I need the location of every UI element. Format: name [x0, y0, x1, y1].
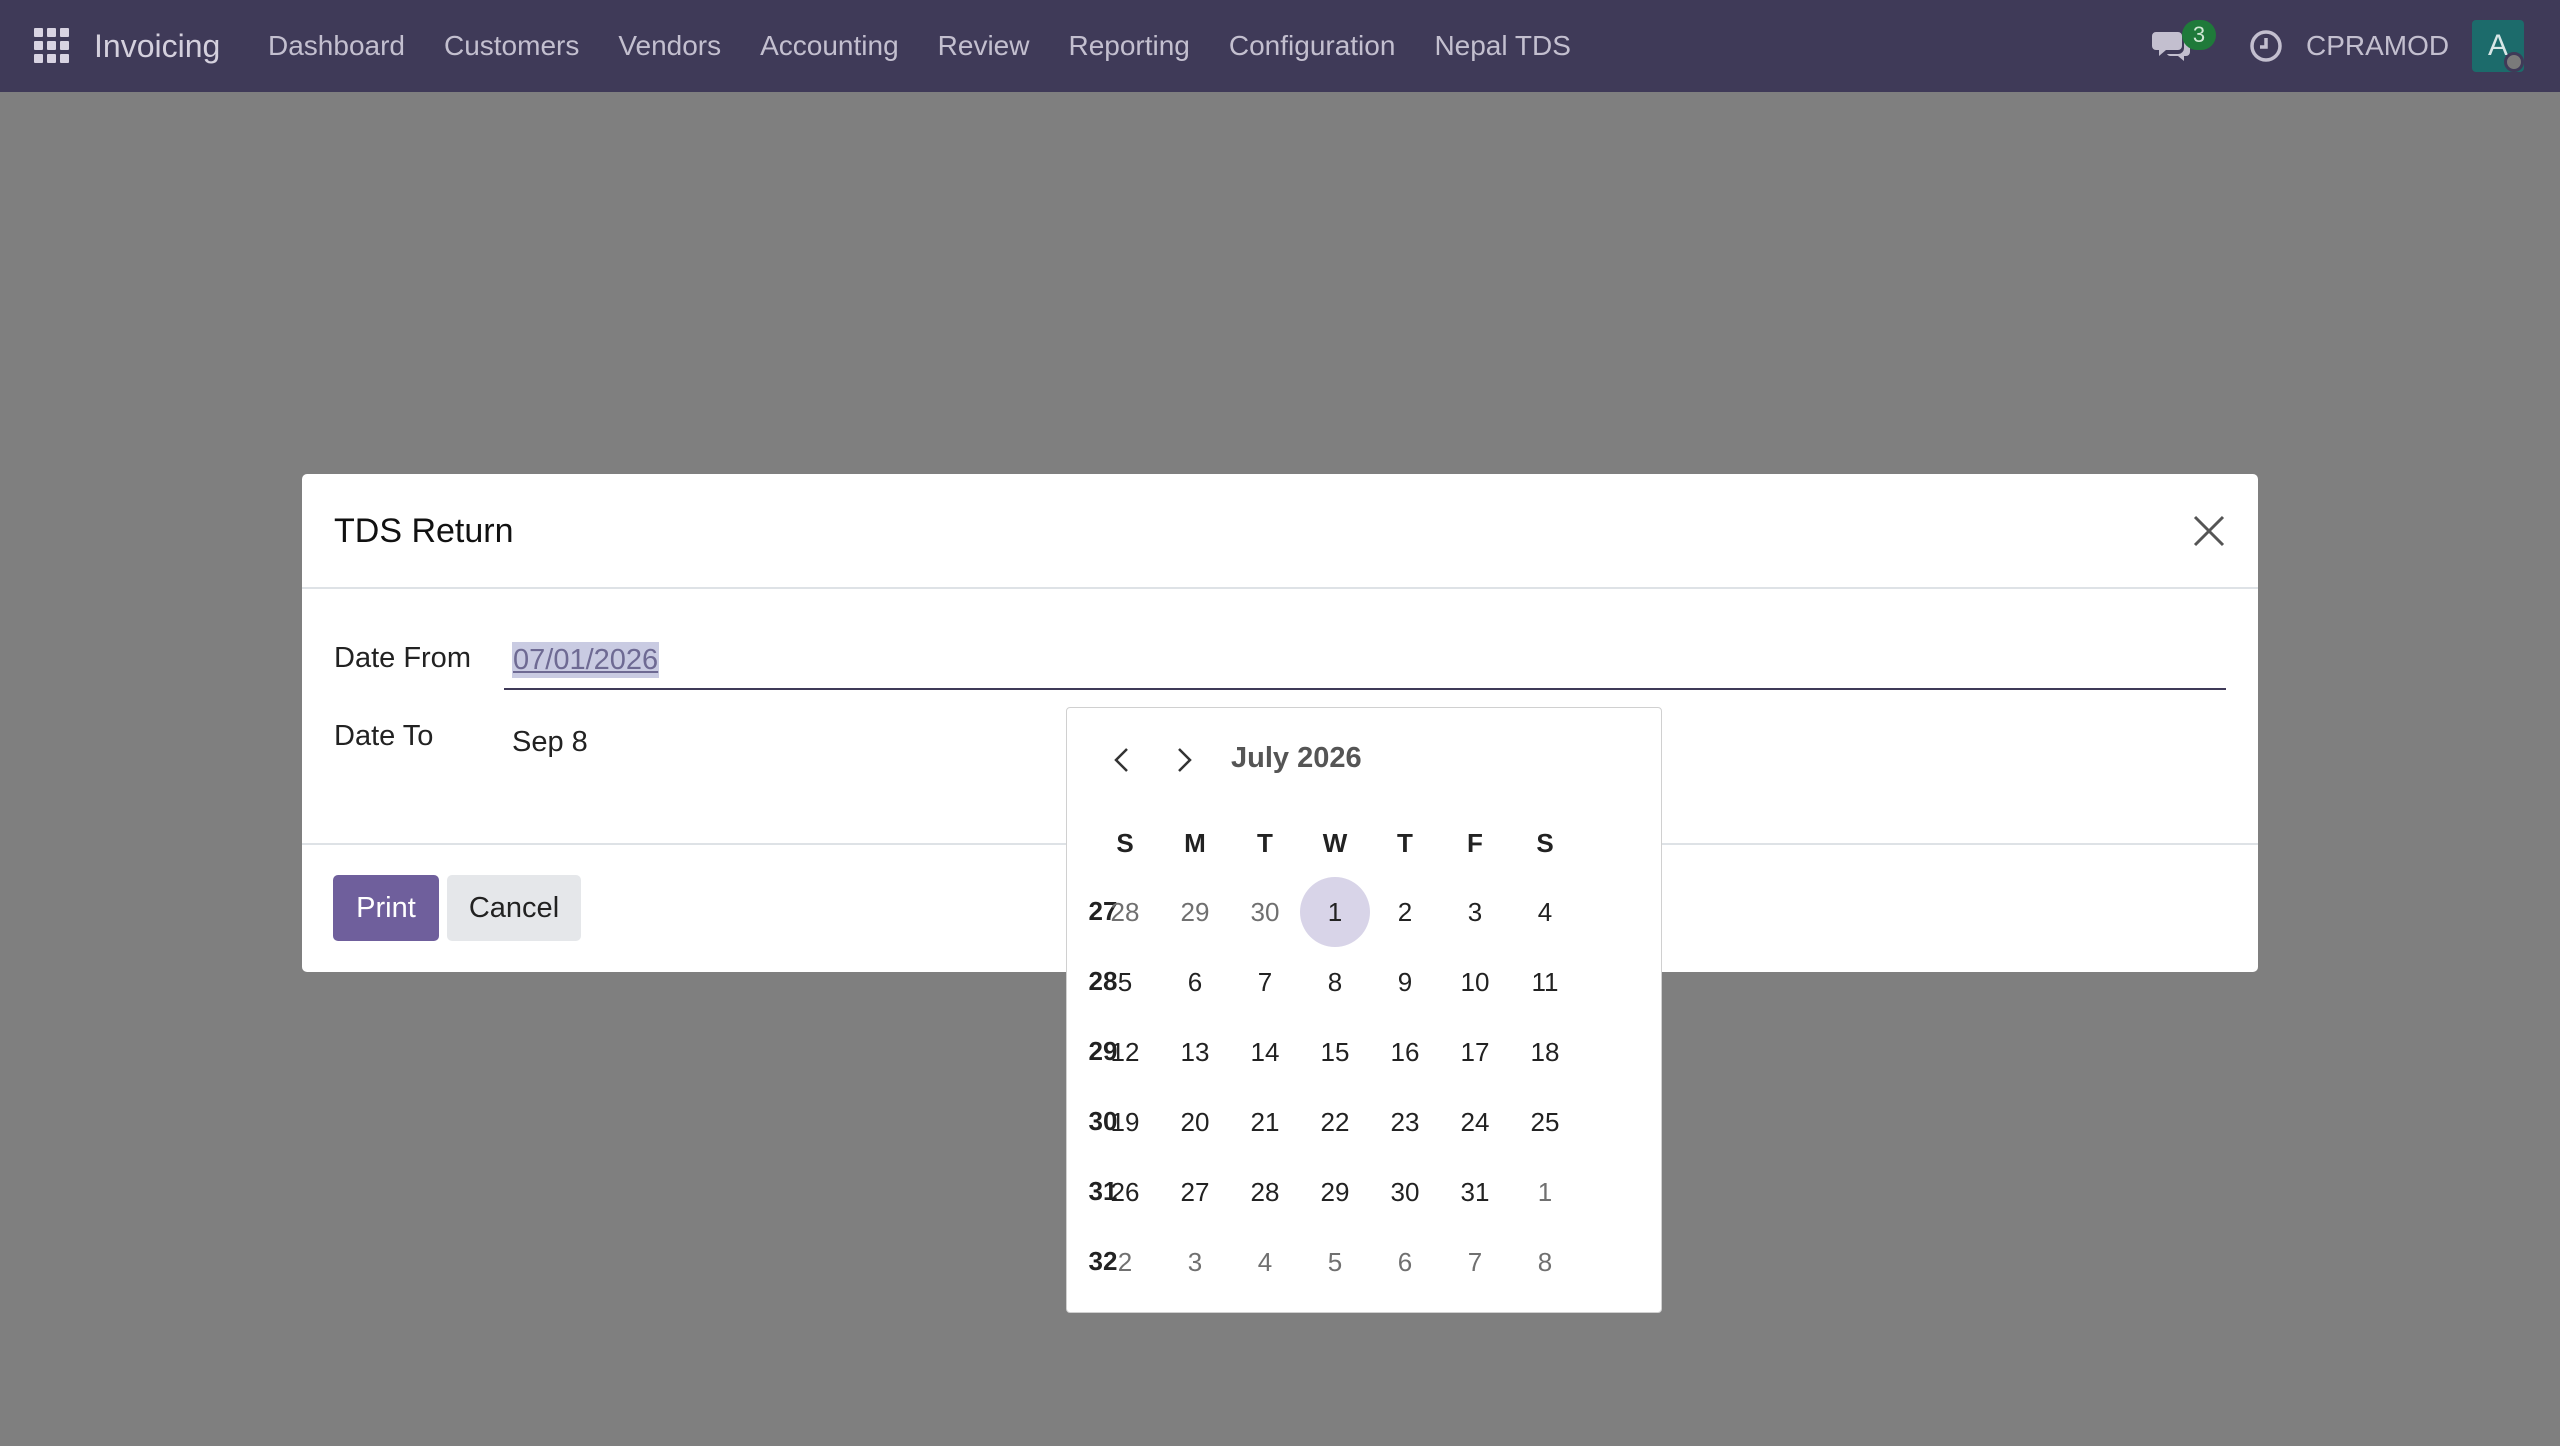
calendar-day[interactable]: 8	[1300, 947, 1370, 1017]
cancel-button[interactable]: Cancel	[447, 875, 581, 941]
calendar-day[interactable]: 21	[1230, 1087, 1300, 1157]
weekday-header: S	[1116, 828, 1134, 858]
calendar-day[interactable]: 12	[1090, 1017, 1160, 1087]
menu-customers[interactable]: Customers	[444, 0, 579, 92]
calendar-day[interactable]: 18	[1510, 1017, 1580, 1087]
weekday-header: S	[1536, 828, 1554, 858]
calendar-day[interactable]: 30	[1230, 877, 1300, 947]
calendar-day[interactable]: 5	[1090, 947, 1160, 1017]
calendar-day[interactable]: 13	[1160, 1017, 1230, 1087]
presence-status-icon	[2504, 52, 2524, 72]
menu-configuration[interactable]: Configuration	[1229, 0, 1396, 92]
chevron-right-icon[interactable]	[1167, 744, 1199, 776]
calendar-day[interactable]: 31	[1440, 1157, 1510, 1227]
calendar-day[interactable]: 15	[1300, 1017, 1370, 1087]
calendar-day[interactable]: 11	[1510, 947, 1580, 1017]
chat-count-badge: 3	[2182, 20, 2216, 50]
calendar-day[interactable]: 6	[1370, 1227, 1440, 1297]
calendar-day[interactable]: 27	[1160, 1157, 1230, 1227]
calendar-day[interactable]: 7	[1440, 1227, 1510, 1297]
close-icon[interactable]	[2192, 514, 2226, 548]
calendar-day[interactable]: 3	[1160, 1227, 1230, 1297]
calendar-day-selected[interactable]: 1	[1300, 877, 1370, 947]
calendar-day[interactable]: 6	[1160, 947, 1230, 1017]
date-from-label: Date From	[334, 642, 471, 674]
weekday-header: M	[1184, 828, 1206, 858]
calendar-day[interactable]: 25	[1510, 1087, 1580, 1157]
calendar-day[interactable]: 2	[1090, 1227, 1160, 1297]
calendar-day[interactable]: 3	[1440, 877, 1510, 947]
menu-nepal-tds[interactable]: Nepal TDS	[1434, 0, 1570, 92]
date-to-label: Date To	[334, 720, 434, 752]
calendar-day[interactable]: 5	[1300, 1227, 1370, 1297]
menu-accounting[interactable]: Accounting	[760, 0, 899, 92]
weekday-header: T	[1257, 828, 1273, 858]
clock-icon[interactable]	[2248, 28, 2284, 64]
calendar-day[interactable]: 29	[1300, 1157, 1370, 1227]
datepicker-month-label[interactable]: July 2026	[1231, 738, 1362, 778]
calendar-day[interactable]: 16	[1370, 1017, 1440, 1087]
menu-reporting[interactable]: Reporting	[1068, 0, 1189, 92]
menu-review[interactable]: Review	[938, 0, 1030, 92]
weekday-header: W	[1322, 828, 1348, 858]
calendar-day[interactable]: 28	[1090, 877, 1160, 947]
date-to-field[interactable]: Sep 8	[512, 724, 588, 760]
calendar-day[interactable]: 4	[1230, 1227, 1300, 1297]
weekday-header: T	[1397, 828, 1413, 858]
calendar-day[interactable]: 10	[1440, 947, 1510, 1017]
calendar-day[interactable]: 30	[1370, 1157, 1440, 1227]
calendar-day[interactable]: 14	[1230, 1017, 1300, 1087]
calendar-day[interactable]: 22	[1300, 1087, 1370, 1157]
weekday-header: F	[1467, 828, 1483, 858]
calendar-day[interactable]: 19	[1090, 1087, 1160, 1157]
top-navbar: Invoicing Dashboard Customers Vendors Ac…	[0, 0, 2560, 92]
calendar-day[interactable]: 1	[1510, 1157, 1580, 1227]
calendar-day[interactable]: 7	[1230, 947, 1300, 1017]
calendar-day[interactable]: 26	[1090, 1157, 1160, 1227]
calendar-day[interactable]: 23	[1370, 1087, 1440, 1157]
calendar-day[interactable]: 24	[1440, 1087, 1510, 1157]
app-grid-icon[interactable]	[34, 28, 70, 64]
calendar-day[interactable]: 8	[1510, 1227, 1580, 1297]
calendar-day[interactable]: 17	[1440, 1017, 1510, 1087]
calendar-day[interactable]: 20	[1160, 1087, 1230, 1157]
app-name[interactable]: Invoicing	[94, 0, 220, 92]
datepicker-pointer	[1348, 694, 1376, 708]
date-from-field[interactable]: 07/01/2026	[504, 634, 2226, 690]
date-from-value: 07/01/2026	[512, 642, 660, 678]
menu-dashboard[interactable]: Dashboard	[268, 0, 405, 92]
print-button[interactable]: Print	[333, 875, 439, 941]
chevron-left-icon[interactable]	[1107, 744, 1139, 776]
calendar-day[interactable]: 2	[1370, 877, 1440, 947]
dialog-header: TDS Return	[302, 474, 2258, 589]
calendar-day[interactable]: 29	[1160, 877, 1230, 947]
calendar-day[interactable]: 4	[1510, 877, 1580, 947]
calendar-day[interactable]: 28	[1230, 1157, 1300, 1227]
datepicker: July 2026 S M T W T F S 27 28 29 30 1 2 3 4 28 5 6 7 8 9 10 11…	[1066, 707, 1662, 1313]
dialog-title: TDS Return	[334, 512, 514, 550]
menu-vendors[interactable]: Vendors	[618, 0, 721, 92]
user-name[interactable]: CPRAMOD	[2306, 0, 2449, 92]
calendar-day[interactable]: 9	[1370, 947, 1440, 1017]
main-menu: Dashboard Customers Vendors Accounting R…	[268, 0, 1610, 92]
